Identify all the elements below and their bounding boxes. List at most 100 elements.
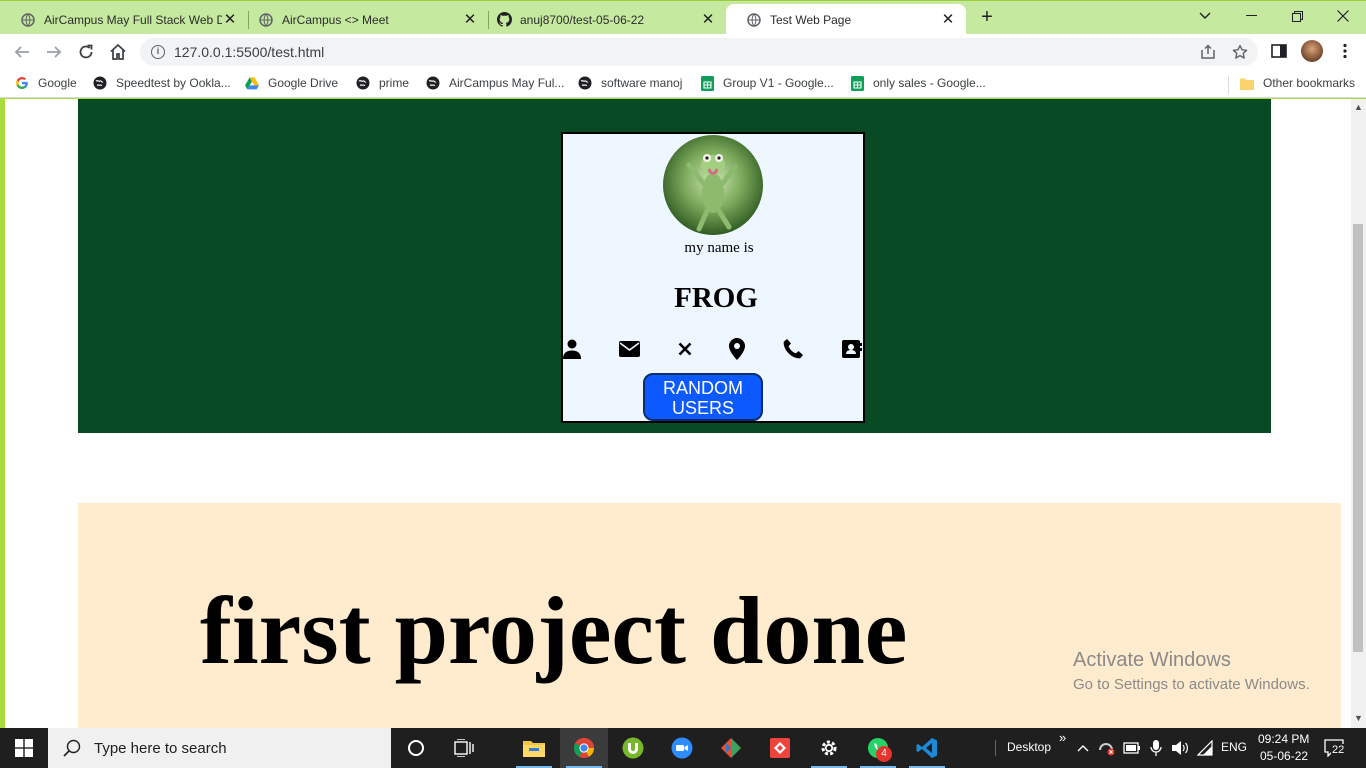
whatsapp-icon[interactable]: 4	[854, 728, 902, 768]
scroll-down-arrow-icon[interactable]: ▼	[1354, 714, 1363, 723]
clock-time[interactable]: 09:24 PM	[1258, 732, 1309, 746]
globe-icon	[93, 76, 107, 90]
card-name: FROG	[674, 282, 758, 314]
activate-windows-watermark: Activate Windows Go to Settings to activ…	[1073, 649, 1310, 693]
envelope-icon[interactable]	[618, 338, 640, 360]
tab-test-web-page[interactable]: Test Web Page ✕	[726, 4, 966, 35]
microphone-icon[interactable]	[1147, 739, 1165, 757]
reload-button[interactable]	[74, 40, 98, 64]
language-indicator[interactable]: ENG	[1221, 740, 1247, 754]
globe-icon	[258, 12, 274, 28]
bookmark-label: Speedtest by Ookla...	[116, 76, 231, 90]
bookmark-label: AirCampus May Ful...	[449, 76, 565, 90]
side-panel-icon[interactable]	[1270, 42, 1290, 62]
tab-strip: AirCampus May Full Stack Web D ✕ AirCamp…	[0, 0, 1366, 35]
git-gui-icon[interactable]	[707, 728, 755, 768]
tab-aircampus-meet[interactable]: AirCampus <> Meet ✕	[238, 4, 488, 35]
cortana-icon[interactable]	[392, 728, 440, 768]
notification-count: 22	[1331, 744, 1346, 756]
bookmark-aircampus[interactable]: AirCampus May Ful...	[426, 76, 564, 90]
user-card: my name is FROG RANDOM USERS	[561, 132, 865, 423]
wifi-icon[interactable]	[1196, 739, 1214, 757]
bookmark-google[interactable]: Google	[15, 76, 77, 90]
zoom-icon[interactable]	[658, 728, 706, 768]
drive-icon	[245, 76, 259, 90]
bookmark-speedtest[interactable]: Speedtest by Ookla...	[93, 76, 231, 90]
close-icon[interactable]: ✕	[940, 11, 956, 28]
file-explorer-icon[interactable]	[510, 728, 558, 768]
bookmark-label: Group V1 - Google...	[723, 76, 834, 90]
settings-gear-icon[interactable]	[805, 728, 853, 768]
globe-icon	[20, 12, 36, 28]
chrome-icon[interactable]	[560, 728, 608, 768]
forward-button[interactable]	[42, 40, 66, 64]
profile-section: my name is FROG RANDOM USERS	[78, 99, 1271, 433]
scroll-up-arrow-icon[interactable]: ▲	[1354, 103, 1363, 112]
clock-date[interactable]: 05-06-22	[1260, 749, 1308, 763]
sheets-icon	[700, 75, 714, 91]
bookmark-prime[interactable]: prime	[356, 76, 409, 90]
folder-icon	[1240, 76, 1254, 90]
menu-kebab-icon[interactable]	[1336, 42, 1356, 62]
minimize-button[interactable]	[1228, 1, 1274, 31]
card-icon-row	[563, 338, 863, 362]
url-text: 127.0.0.1:5500/test.html	[174, 44, 325, 60]
anydesk-icon[interactable]	[756, 728, 804, 768]
user-icon[interactable]	[561, 338, 583, 360]
bookmark-software-manoj[interactable]: software manoj	[578, 76, 682, 90]
site-info-icon[interactable]: i	[151, 45, 165, 59]
bookmark-group-v1[interactable]: Group V1 - Google...	[700, 75, 834, 91]
network-error-icon[interactable]	[1098, 739, 1116, 757]
desktop-toolbar-label[interactable]: Desktop	[1007, 740, 1051, 754]
address-bar[interactable]: i 127.0.0.1:5500/test.html	[140, 38, 1258, 66]
activate-title: Activate Windows	[1073, 649, 1231, 671]
start-button[interactable]	[0, 728, 48, 768]
close-icon[interactable]: ✕	[700, 11, 716, 28]
bookmark-label: software manoj	[601, 76, 683, 90]
globe-icon	[746, 12, 762, 28]
whatsapp-badge: 4	[876, 746, 892, 762]
restore-button[interactable]	[1274, 1, 1320, 31]
random-users-button[interactable]: RANDOM USERS	[643, 373, 763, 421]
new-tab-button[interactable]: +	[977, 7, 997, 28]
project-heading: first project done	[200, 577, 908, 684]
page-scrollbar[interactable]: ▲ ▼	[1351, 99, 1366, 728]
globe-icon	[578, 76, 592, 90]
scroll-thumb[interactable]	[1353, 224, 1363, 652]
profile-avatar[interactable]	[1301, 40, 1323, 62]
browser-toolbar: i 127.0.0.1:5500/test.html	[0, 34, 1366, 70]
tab-github-repo[interactable]: anuj8700/test-05-06-22 ✕	[476, 4, 726, 35]
frog-avatar	[663, 135, 763, 235]
phone-icon[interactable]	[782, 338, 804, 360]
volume-icon[interactable]	[1171, 739, 1189, 757]
tab-title: anuj8700/test-05-06-22	[520, 12, 645, 27]
tab-search-chevron-icon[interactable]	[1182, 1, 1228, 31]
bookmark-only-sales[interactable]: only sales - Google...	[850, 75, 986, 91]
utorrent-icon[interactable]	[609, 728, 657, 768]
notification-center-icon[interactable]: 22	[1322, 738, 1348, 758]
share-icon[interactable]	[1200, 44, 1216, 60]
card-subtitle: my name is	[684, 240, 754, 256]
taskbar-search[interactable]: Type here to search	[48, 728, 391, 768]
x-icon[interactable]	[674, 338, 696, 360]
bookmark-star-icon[interactable]	[1232, 44, 1248, 60]
toolbar-chevron-icon[interactable]: »	[1059, 730, 1066, 745]
vscode-icon[interactable]	[903, 728, 951, 768]
sheets-icon	[850, 75, 864, 91]
close-window-button[interactable]	[1320, 1, 1366, 31]
search-placeholder: Type here to search	[94, 739, 227, 757]
close-icon[interactable]: ✕	[222, 11, 238, 28]
task-view-icon[interactable]	[440, 728, 488, 768]
page-viewport: my name is FROG RANDOM USERS first proje…	[5, 99, 1351, 728]
back-button[interactable]	[10, 40, 34, 64]
address-card-icon[interactable]	[841, 338, 863, 360]
home-button[interactable]	[106, 40, 130, 64]
map-pin-icon[interactable]	[726, 338, 748, 360]
bookmark-google-drive[interactable]: Google Drive	[245, 76, 338, 90]
bookmark-label: Google Drive	[268, 76, 339, 90]
bookmark-other-folder[interactable]: Other bookmarks	[1240, 76, 1355, 90]
globe-icon	[426, 76, 440, 90]
show-hidden-icons-chevron-icon[interactable]	[1074, 739, 1092, 757]
tab-aircampus-course[interactable]: AirCampus May Full Stack Web D ✕	[0, 4, 248, 35]
battery-icon[interactable]	[1123, 739, 1141, 757]
